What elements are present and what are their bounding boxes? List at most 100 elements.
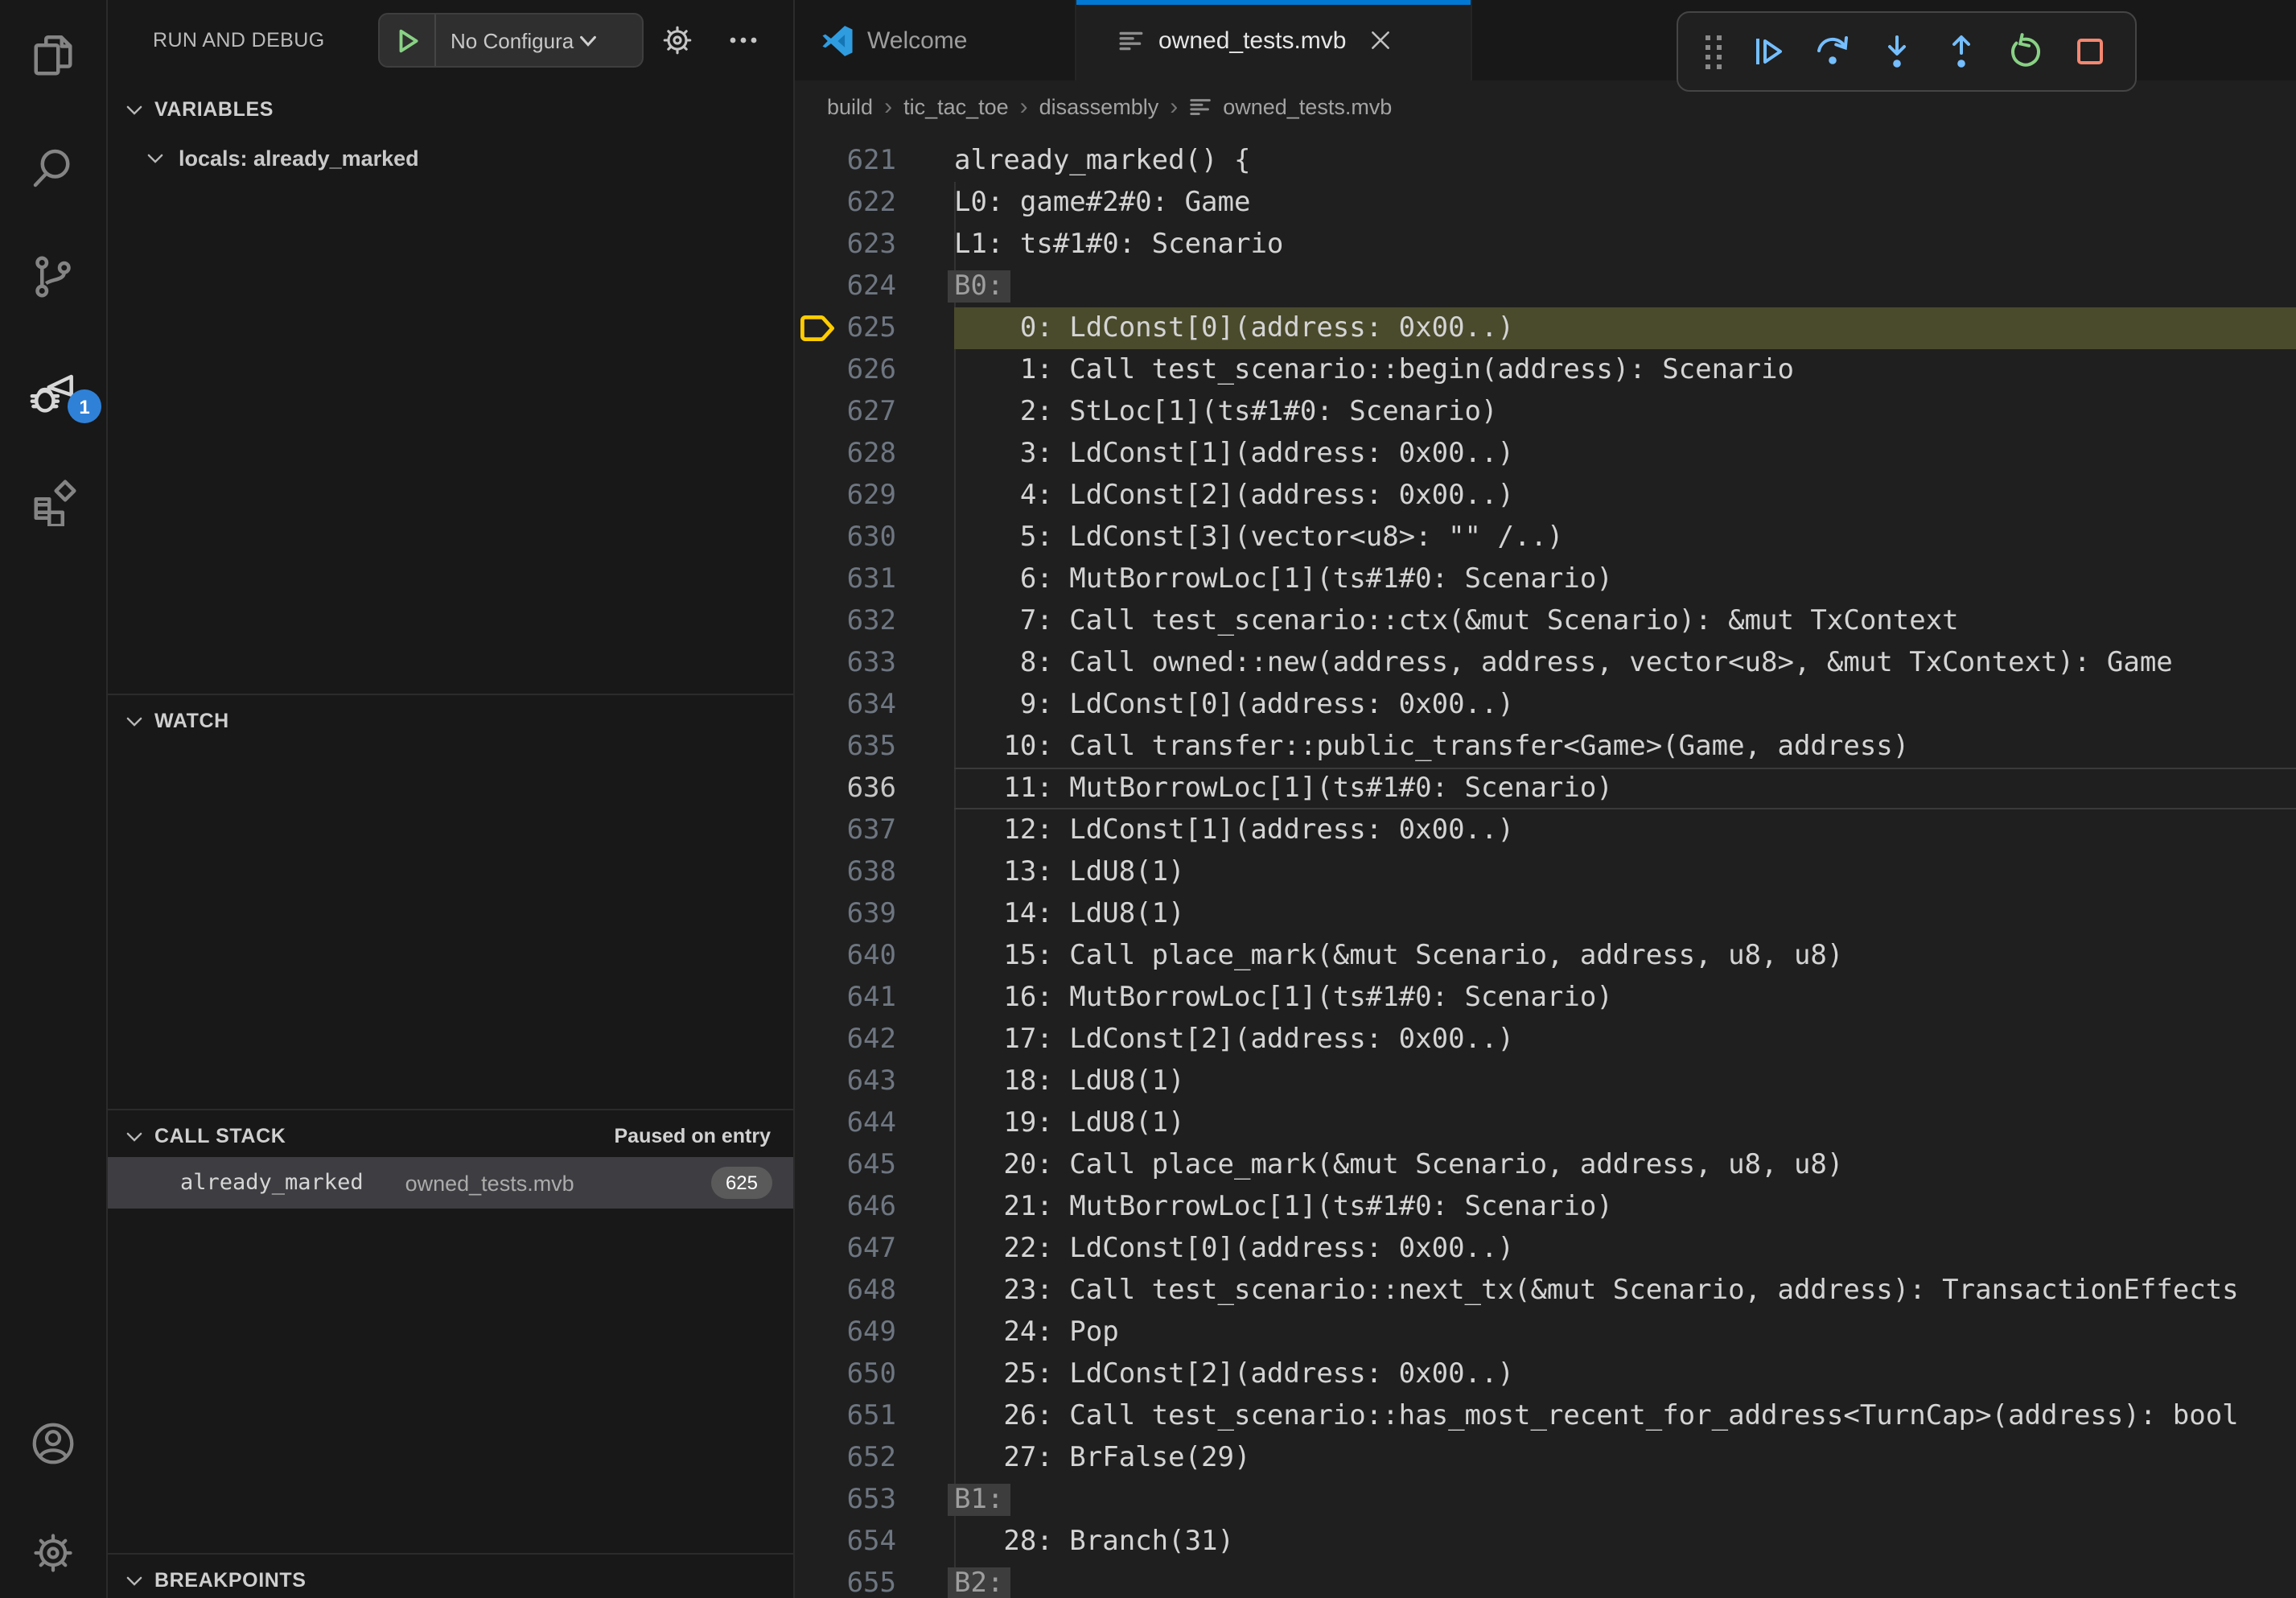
frame-file-name: owned_tests.mvb [405, 1171, 574, 1195]
disassembly-file-icon [1189, 95, 1213, 119]
line-number: 631 [795, 558, 954, 600]
step-out-button[interactable] [1932, 19, 1990, 84]
activity-run-and-debug[interactable]: 1 [18, 357, 88, 428]
code-line: 622L0: game#2#0: Game [795, 182, 2296, 224]
line-number: 649 [795, 1312, 954, 1353]
line-text: already_marked() { [954, 140, 2296, 182]
breadcrumb-item-disassembly[interactable]: disassembly [1039, 95, 1159, 119]
more-actions-icon[interactable] [729, 35, 758, 45]
close-icon[interactable] [1368, 29, 1391, 51]
breadcrumb-item-build[interactable]: build [827, 95, 873, 119]
chevron-down-icon [124, 1126, 145, 1147]
activity-account[interactable] [18, 1408, 88, 1479]
line-text: 0: LdConst[0](address: 0x00..) [954, 307, 2296, 349]
code-line: 642 17: LdConst[2](address: 0x00..) [795, 1019, 2296, 1061]
call-stack-frame[interactable]: already_marked owned_tests.mvb 625 [108, 1157, 793, 1209]
line-number: 623 [795, 224, 954, 266]
line-number: 628 [795, 433, 954, 475]
code-line: 627 2: StLoc[1](ts#1#0: Scenario) [795, 391, 2296, 433]
line-text: B1: [954, 1479, 2296, 1521]
editor-group: Welcome owned_tests.mvb build › tic_ [795, 0, 2296, 1598]
code-line: 637 12: LdConst[1](address: 0x00..) [795, 809, 2296, 851]
line-text: 22: LdConst[0](address: 0x00..) [954, 1228, 2296, 1270]
source-control-icon [29, 253, 77, 301]
code-line: 628 3: LdConst[1](address: 0x00..) [795, 433, 2296, 475]
code-line: 634 9: LdConst[0](address: 0x00..) [795, 684, 2296, 726]
breadcrumb-separator: › [884, 93, 892, 121]
line-text: 1: Call test_scenario::begin(address): S… [954, 349, 2296, 391]
breadcrumb-separator: › [1170, 93, 1178, 121]
toolbar-drag-handle-icon[interactable] [1694, 19, 1733, 84]
line-text: 8: Call owned::new(address, address, vec… [954, 642, 2296, 684]
line-number: 635 [795, 726, 954, 768]
code-line: 632 7: Call test_scenario::ctx(&mut Scen… [795, 600, 2296, 642]
code-line-block-label: 655B2: [795, 1563, 2296, 1598]
activity-search[interactable] [18, 134, 88, 204]
line-text: L0: game#2#0: Game [954, 182, 2296, 224]
line-number: 624 [795, 266, 954, 307]
line-number: 622 [795, 182, 954, 224]
start-debugging-icon[interactable] [394, 27, 422, 54]
tab-owned-tests[interactable]: owned_tests.mvb [1076, 0, 1472, 80]
debug-count-badge: 1 [68, 389, 101, 423]
code-line: 641 16: MutBorrowLoc[1](ts#1#0: Scenario… [795, 977, 2296, 1019]
line-text: 14: LdU8(1) [954, 893, 2296, 935]
line-text: 21: MutBorrowLoc[1](ts#1#0: Scenario) [954, 1186, 2296, 1228]
step-over-button[interactable] [1804, 19, 1862, 84]
activity-source-control[interactable] [18, 241, 88, 312]
restart-button[interactable] [1997, 19, 2055, 84]
line-text: 6: MutBorrowLoc[1](ts#1#0: Scenario) [954, 558, 2296, 600]
line-text: 15: Call place_mark(&mut Scenario, addre… [954, 935, 2296, 977]
breadcrumb-item-tic-tac-toe[interactable]: tic_tac_toe [903, 95, 1009, 119]
activity-settings[interactable] [18, 1518, 88, 1588]
variables-scope-row[interactable]: locals: already_marked [108, 137, 793, 180]
code-line: 646 21: MutBorrowLoc[1](ts#1#0: Scenario… [795, 1186, 2296, 1228]
variables-label: VARIABLES [154, 98, 274, 121]
code-editor[interactable]: 621already_marked() { 622L0: game#2#0: G… [795, 134, 2296, 1598]
chevron-down-icon [124, 99, 145, 120]
debug-gear-icon[interactable] [660, 23, 695, 58]
section-header-call-stack[interactable]: CALL STACK Paused on entry [108, 1109, 793, 1162]
line-number: 651 [795, 1395, 954, 1437]
section-header-variables[interactable]: VARIABLES [108, 84, 793, 135]
line-number: 644 [795, 1102, 954, 1144]
section-header-breakpoints[interactable]: BREAKPOINTS [108, 1553, 793, 1598]
code-line: 643 18: LdU8(1) [795, 1061, 2296, 1102]
line-number: 625 [795, 307, 954, 349]
line-number: 642 [795, 1019, 954, 1061]
disassembly-file-icon [1118, 27, 1146, 54]
line-text: 18: LdU8(1) [954, 1061, 2296, 1102]
section-header-watch[interactable]: WATCH [108, 694, 793, 747]
line-number: 652 [795, 1437, 954, 1479]
code-line: 640 15: Call place_mark(&mut Scenario, a… [795, 935, 2296, 977]
line-text: 7: Call test_scenario::ctx(&mut Scenario… [954, 600, 2296, 642]
line-text: 28: Branch(31) [954, 1521, 2296, 1563]
step-into-button[interactable] [1868, 19, 1926, 84]
line-text: 17: LdConst[2](address: 0x00..) [954, 1019, 2296, 1061]
stop-button[interactable] [2061, 19, 2119, 84]
tab-welcome[interactable]: Welcome [795, 0, 1076, 80]
debug-toolbar [1677, 11, 2137, 92]
debug-config-dropdown[interactable]: No Configura [378, 13, 644, 68]
activity-bar: 1 [0, 0, 108, 1598]
line-text: 27: BrFalse(29) [954, 1437, 2296, 1479]
breadcrumb-item-file[interactable]: owned_tests.mvb [1223, 95, 1392, 119]
files-icon [29, 32, 77, 80]
line-number: 629 [795, 475, 954, 517]
line-number: 641 [795, 977, 954, 1019]
chevron-down-icon [145, 148, 166, 169]
code-line: 650 25: LdConst[2](address: 0x00..) [795, 1353, 2296, 1395]
continue-button[interactable] [1739, 19, 1797, 84]
variables-scope-label: locals: already_marked [179, 146, 419, 171]
code-line: 631 6: MutBorrowLoc[1](ts#1#0: Scenario) [795, 558, 2296, 600]
line-text: B2: [954, 1563, 2296, 1598]
line-number: 646 [795, 1186, 954, 1228]
line-number: 637 [795, 809, 954, 851]
line-number: 645 [795, 1144, 954, 1186]
activity-extensions[interactable] [18, 467, 88, 537]
line-number: 630 [795, 517, 954, 558]
line-number: 640 [795, 935, 954, 977]
activity-explorer[interactable] [18, 21, 88, 92]
tab-welcome-label: Welcome [867, 27, 968, 54]
line-number: 654 [795, 1521, 954, 1563]
